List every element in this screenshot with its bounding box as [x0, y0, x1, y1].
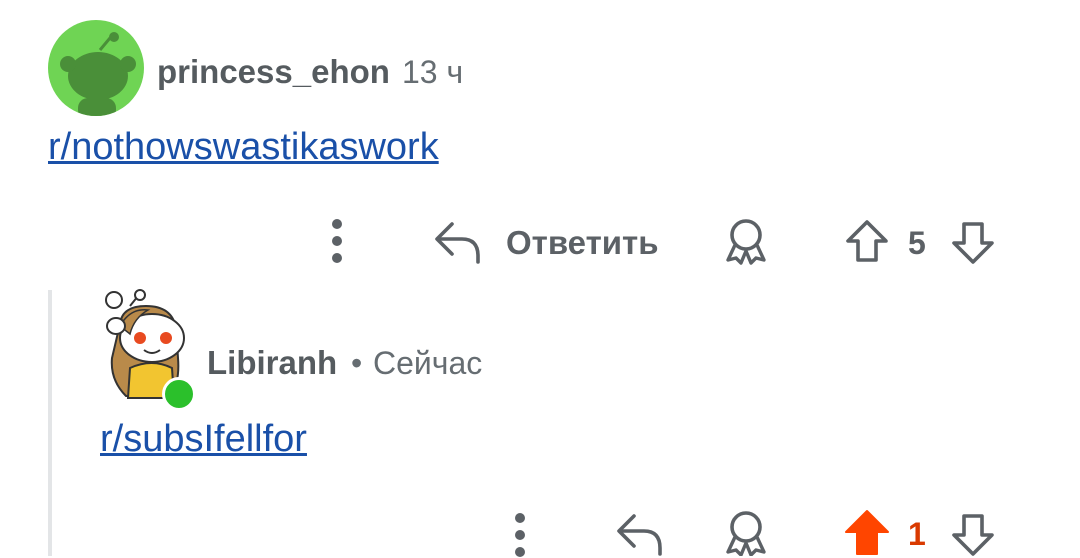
avatar[interactable]: [48, 20, 144, 116]
subreddit-link[interactable]: r/nothowswastikaswork: [48, 126, 439, 169]
downvote-arrow-icon: [952, 514, 994, 556]
reply-label[interactable]: Ответить: [506, 224, 659, 262]
vote-count: 5: [908, 225, 926, 261]
upvote-button-active[interactable]: [843, 508, 891, 556]
upvote-arrow-icon: [846, 220, 888, 262]
subreddit-link[interactable]: r/subsIfellfor: [100, 418, 307, 461]
downvote-button[interactable]: [950, 512, 996, 556]
award-button[interactable]: [720, 508, 772, 556]
online-status-indicator: [162, 377, 196, 411]
reply-button[interactable]: [614, 510, 666, 556]
comment-username[interactable]: princess_ehon: [157, 53, 390, 91]
more-options-button[interactable]: [322, 218, 352, 264]
award-button[interactable]: [720, 216, 772, 266]
award-ribbon-icon: [726, 219, 766, 265]
more-options-button[interactable]: [505, 512, 535, 558]
separator-dot: •: [351, 345, 363, 381]
comment-timestamp: Сейчас: [373, 345, 483, 381]
comment-username[interactable]: Libiranh: [207, 344, 337, 382]
award-ribbon-icon: [726, 511, 766, 556]
upvote-button[interactable]: [844, 218, 890, 264]
reply-button[interactable]: [432, 218, 484, 266]
downvote-button[interactable]: [950, 220, 996, 266]
upvote-arrow-filled-icon: [845, 510, 889, 555]
reply-arrow-icon: [617, 514, 662, 556]
thread-line[interactable]: [48, 290, 52, 556]
more-vertical-icon: [332, 219, 342, 263]
comment-timestamp: 13 ч: [402, 54, 464, 90]
downvote-arrow-icon: [952, 222, 994, 264]
snoo-avatar-icon: [60, 32, 136, 116]
vote-count: 1: [908, 516, 926, 552]
more-vertical-icon: [515, 513, 525, 557]
reply-arrow-icon: [435, 222, 480, 264]
